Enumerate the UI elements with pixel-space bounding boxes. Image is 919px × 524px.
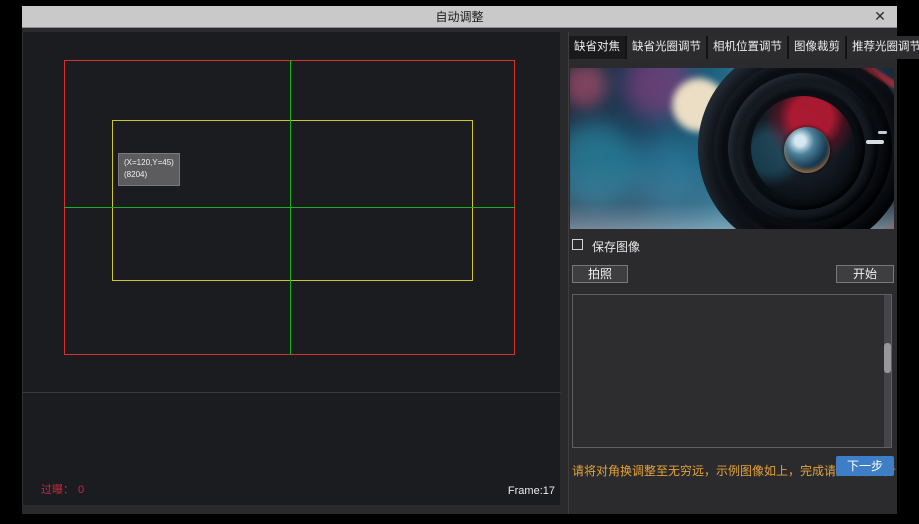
barrel-glint	[866, 140, 884, 144]
tab-image-crop[interactable]: 图像裁剪	[789, 36, 845, 59]
lens-core-reflection	[784, 127, 830, 173]
tab-default-focus[interactable]: 缺省对焦	[569, 36, 625, 59]
overexposure-value: 0	[78, 484, 84, 496]
camera-viewport[interactable]: (X=120,Y=45) (8204) 过曝： 0 Frame:17	[22, 32, 560, 505]
sample-lens-image	[570, 68, 894, 229]
lens-barrel	[698, 68, 894, 229]
lens-ring	[741, 86, 865, 210]
viewport-divider	[23, 392, 561, 393]
instruction-text: 请将对角换调整至无穷远，示例图像如上，完成请点击下一步	[572, 462, 834, 479]
scrollbar[interactable]	[884, 295, 891, 447]
capture-button[interactable]: 拍照	[572, 265, 628, 283]
crop-region-rect	[112, 120, 473, 281]
title-bar[interactable]: 自动调整 ✕	[22, 6, 897, 28]
tab-recommended-aperture[interactable]: 推荐光圈调节	[847, 36, 919, 59]
save-image-checkbox[interactable]	[572, 239, 583, 250]
crosshair-horizontal-line	[64, 207, 515, 208]
barrel-glint	[878, 131, 887, 134]
start-button[interactable]: 开始	[836, 265, 894, 283]
pixel-readout-tooltip: (X=120,Y=45) (8204)	[118, 153, 180, 186]
log-output-area[interactable]	[572, 294, 892, 448]
tooltip-value: (8204)	[124, 169, 174, 181]
overexposure-status: 过曝： 0	[41, 481, 84, 497]
overexposure-label: 过曝：	[41, 484, 74, 496]
lens-ring	[714, 68, 892, 229]
tooltip-coordinates: (X=120,Y=45)	[124, 157, 174, 169]
next-step-button[interactable]: 下一步	[836, 456, 894, 476]
auto-adjust-dialog: 自动调整 ✕ (X=120,Y=45) (8204) 过曝： 0 Frame:17…	[22, 6, 897, 514]
scrollbar-thumb[interactable]	[884, 343, 891, 373]
tab-camera-position[interactable]: 相机位置调节	[708, 36, 787, 59]
lens-front-glass	[751, 96, 855, 200]
wizard-tab-bar: 缺省对焦 缺省光圈调节 相机位置调节 图像裁剪 推荐光圈调节 >>	[569, 36, 897, 59]
dialog-title: 自动调整	[22, 6, 897, 28]
frame-counter: Frame:17	[508, 485, 555, 497]
save-image-label: 保存图像	[592, 238, 640, 255]
tab-default-aperture[interactable]: 缺省光圈调节	[627, 36, 706, 59]
lens-ring	[728, 73, 878, 223]
close-icon[interactable]: ✕	[869, 6, 891, 28]
control-panel: 缺省对焦 缺省光圈调节 相机位置调节 图像裁剪 推荐光圈调节 >>	[569, 32, 897, 514]
